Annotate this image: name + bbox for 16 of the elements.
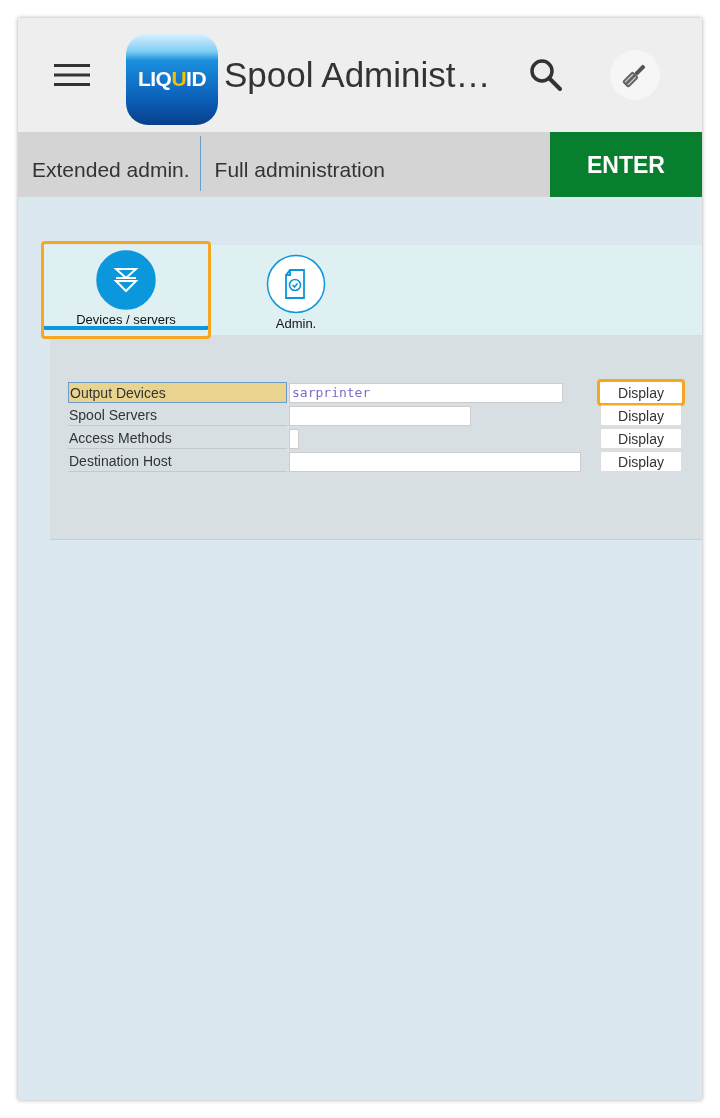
field-label: Output Devices — [68, 382, 287, 403]
input-field[interactable]: sarprinter — [289, 382, 563, 403]
display-button[interactable]: Display — [600, 405, 682, 426]
display-button[interactable]: Display — [600, 428, 682, 449]
display-button[interactable]: Display — [597, 379, 685, 406]
toolbar-button[interactable]: Full administration — [200, 132, 385, 197]
display-button[interactable]: Display — [600, 451, 682, 472]
app-title: Spool Administ… — [224, 55, 491, 95]
tab[interactable]: Devices / servers — [41, 241, 211, 339]
tab[interactable]: Admin. — [211, 245, 381, 335]
enter-button[interactable]: ENTER — [550, 132, 702, 197]
field-label: Spool Servers — [68, 405, 287, 426]
field-label: Access Methods — [68, 428, 287, 449]
field-label: Destination Host — [68, 451, 287, 472]
toolbar-button[interactable]: Extended admin. — [18, 132, 190, 197]
app-logo: LIQUID — [126, 33, 218, 125]
